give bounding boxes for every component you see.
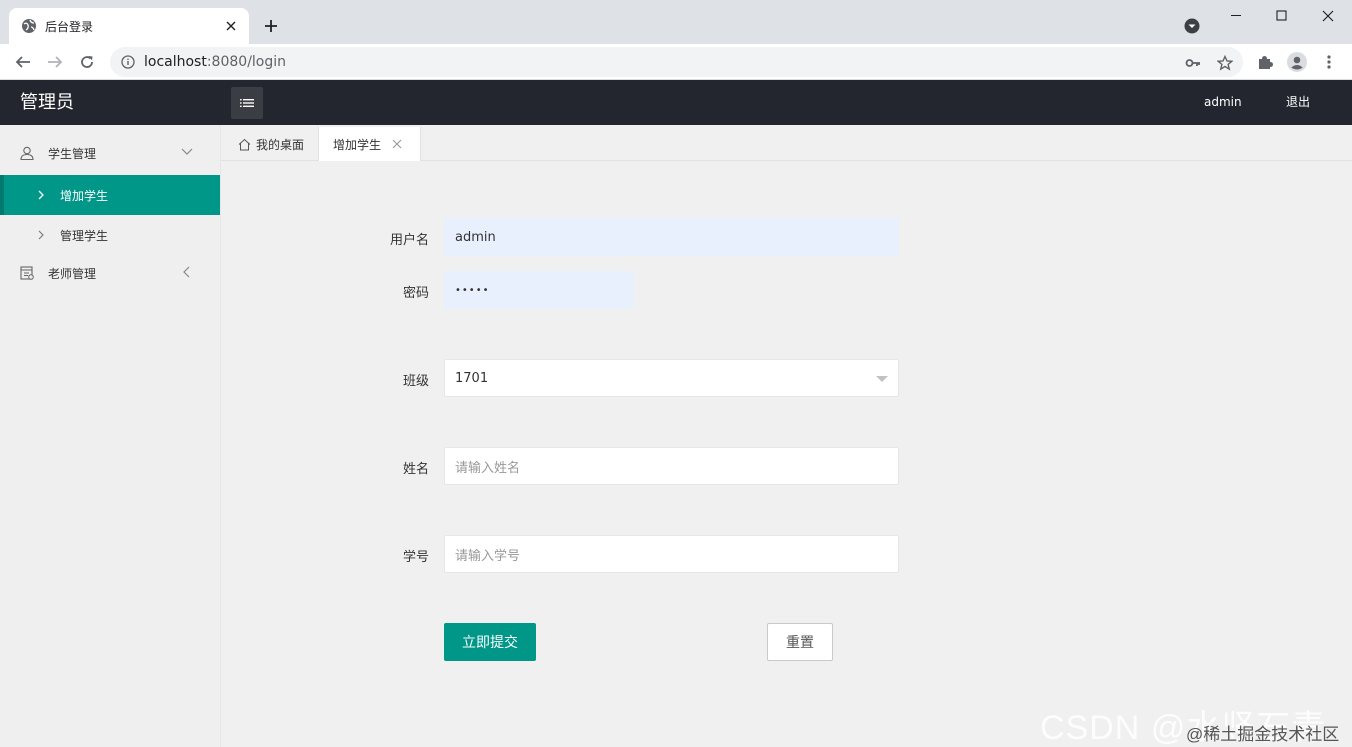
header-user[interactable]: admin [1204,80,1242,125]
browser-tabstrip: 后台登录 [0,0,1352,44]
student-no-placeholder: 请输入学号 [455,548,521,564]
sidebar-item-add-student[interactable]: 增加学生 [0,175,220,215]
name-placeholder: 请输入姓名 [455,460,521,476]
student-no-label: 学号 [402,550,429,565]
sidebar-group-label: 学生管理 [48,146,97,161]
chevron-right-icon [36,190,46,200]
logout-link[interactable]: 退出 [1286,80,1310,125]
back-icon[interactable] [11,50,35,74]
extensions-icon[interactable] [1253,50,1277,74]
more-menu-icon[interactable] [1317,50,1341,74]
sidebar-item-label: 增加学生 [60,188,109,203]
sidebar-group-students[interactable]: 学生管理 [0,131,220,175]
user-icon [19,145,35,161]
reload-icon[interactable] [75,50,99,74]
chevron-left-icon [180,265,194,279]
minimize-icon[interactable] [1213,4,1259,28]
close-tab-icon[interactable] [223,18,239,34]
new-tab-icon[interactable] [260,15,282,37]
password-field[interactable]: ••••• [444,271,634,309]
submit-button[interactable]: 立即提交 [444,623,536,661]
reset-button[interactable]: 重置 [767,623,833,661]
sidebar-item-label: 管理学生 [60,228,109,243]
sidebar-group-label: 老师管理 [48,266,97,281]
forward-icon[interactable] [43,50,67,74]
sidebar: 学生管理 增加学生 管理学生 老师管理 [0,125,221,747]
username-field[interactable]: admin [444,218,899,256]
close-window-icon[interactable] [1305,4,1351,28]
juejin-watermark: @稀土掘金技术社区 [1186,725,1340,744]
maximize-icon[interactable] [1259,4,1305,28]
globe-icon [21,18,37,34]
tab-home-label: 我的桌面 [256,137,305,152]
url-path: :8080/login [206,54,287,70]
class-value: 1701 [455,370,489,386]
home-icon [237,137,251,151]
close-icon[interactable] [391,138,403,150]
address-bar[interactable]: localhost:8080/login [110,47,1243,77]
template-icon [19,265,35,281]
url-host: localhost [144,54,207,70]
password-label: 密码 [402,286,429,301]
app-header: 管理员 admin 退出 [0,80,1352,125]
tab-search-icon[interactable] [1182,16,1202,36]
app-logo: 管理员 [20,92,74,113]
class-label: 班级 [402,374,429,389]
key-icon[interactable] [1184,54,1202,72]
page-tab-bar: 我的桌面 增加学生 [221,125,1352,161]
password-value: ••••• [455,284,490,296]
name-label: 姓名 [402,462,429,477]
class-select[interactable]: 1701 [444,359,899,397]
main-content: 用户名 admin 密码 ••••• 班级 1701 姓名 请输入姓名 学号 请… [221,161,1352,747]
sidebar-group-teachers[interactable]: 老师管理 [0,255,220,291]
tab-home[interactable]: 我的桌面 [223,127,318,161]
dropdown-caret-icon [876,376,888,382]
tab-current-label: 增加学生 [333,137,382,152]
url-text: localhost:8080/login [144,54,286,70]
browser-tab-title: 后台登录 [45,19,94,34]
bookmark-star-icon[interactable] [1216,54,1234,72]
sidebar-item-manage-students[interactable]: 管理学生 [0,215,220,255]
chevron-down-icon [180,145,194,159]
browser-toolbar: localhost:8080/login [0,44,1352,80]
menu-toggle-icon[interactable] [231,87,263,119]
username-label: 用户名 [389,233,429,248]
profile-avatar-icon[interactable] [1285,50,1309,74]
chevron-right-icon [36,230,46,240]
username-value: admin [455,229,496,245]
browser-tab[interactable]: 后台登录 [9,8,249,44]
student-no-input[interactable]: 请输入学号 [444,535,899,573]
name-input[interactable]: 请输入姓名 [444,447,899,485]
tab-add-student[interactable]: 增加学生 [318,127,421,161]
info-icon[interactable] [120,54,136,70]
